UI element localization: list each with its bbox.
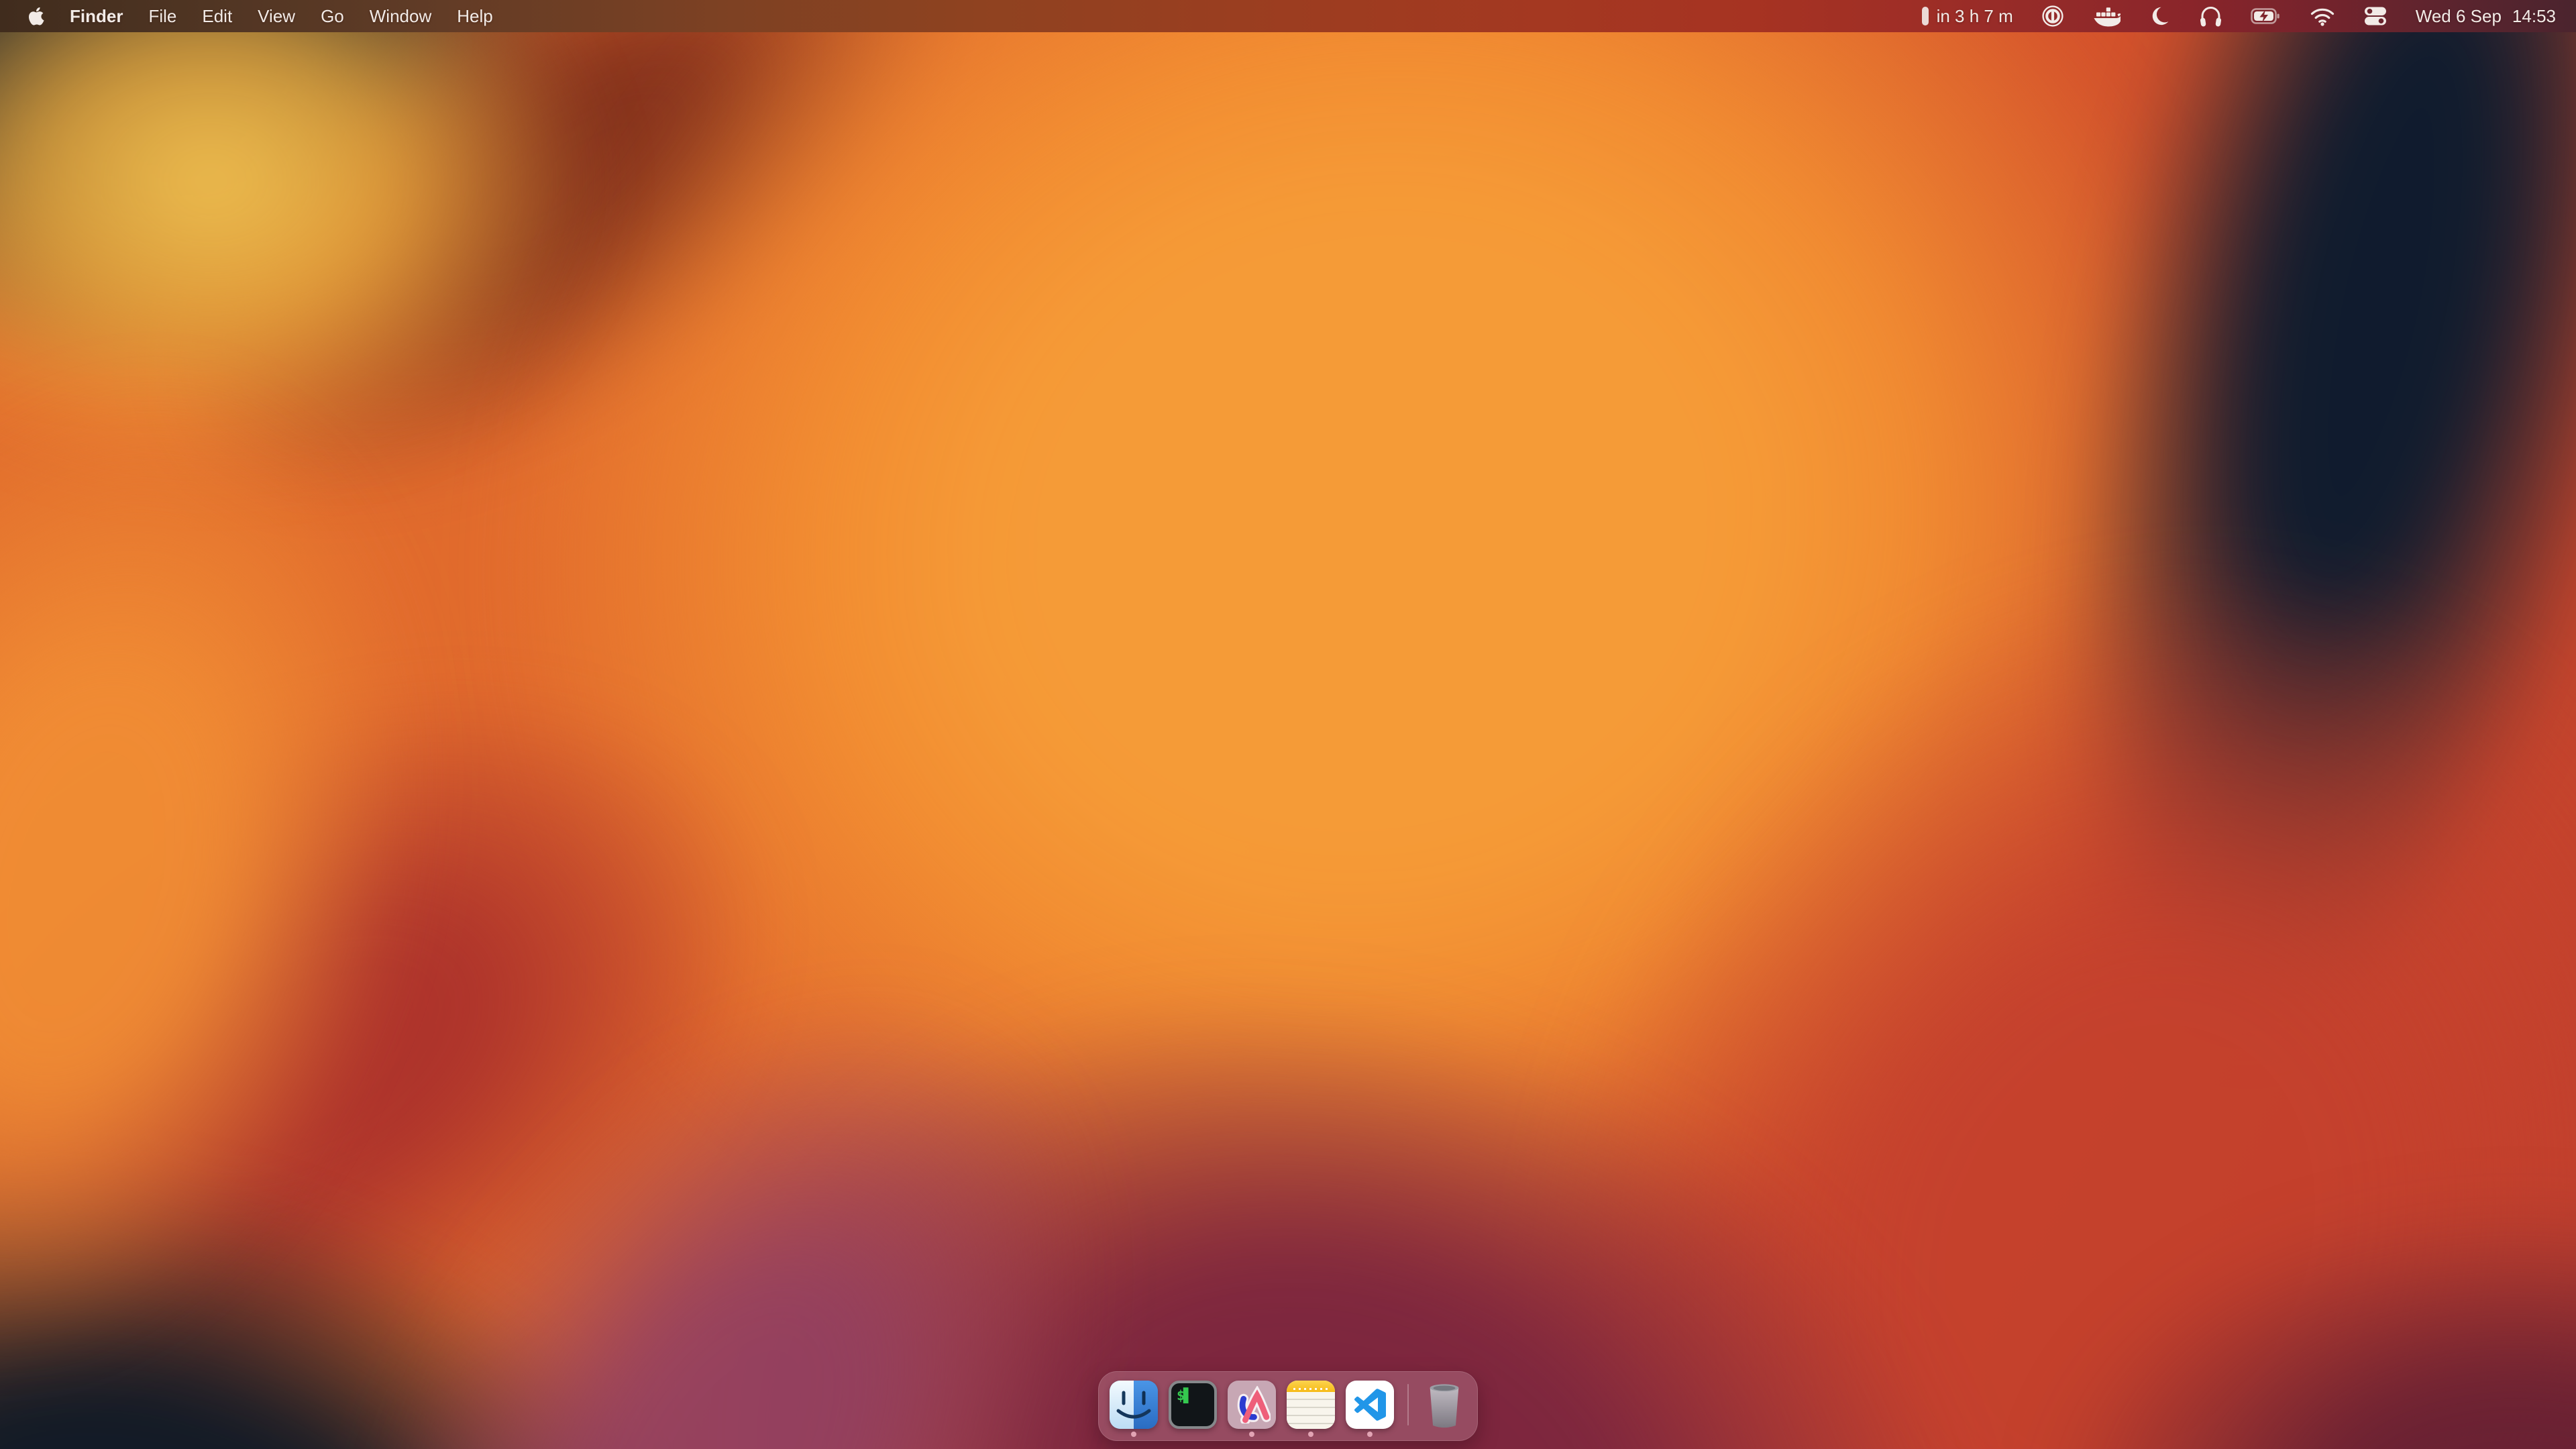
apple-menu-icon[interactable] [28,6,44,26]
notes-yellow-band [1287,1381,1335,1392]
menu-bar-clock[interactable]: Wed 6 Sep 14:53 [2416,6,2556,27]
vscode-icon [1346,1381,1394,1429]
menu-file[interactable]: File [148,6,176,27]
wallpaper [0,0,2576,1449]
dock-item-terminal[interactable]: $▋ [1169,1381,1217,1429]
terminal-icon: $▋ [1169,1381,1217,1429]
notes-lined-paper [1287,1392,1335,1429]
docker-icon[interactable] [2092,5,2121,27]
menu-go[interactable]: Go [321,6,344,27]
arc-browser-icon [1228,1381,1276,1429]
running-indicator [1308,1432,1313,1437]
running-indicator [1131,1432,1136,1437]
focus-moon-icon[interactable] [2149,5,2170,27]
running-indicator [1249,1432,1254,1437]
headphones-icon[interactable] [2198,5,2222,28]
dock-item-vscode[interactable] [1346,1381,1394,1429]
countdown-capsule-icon [1922,7,1929,25]
desktop: Finder File Edit View Go Window Help in … [0,0,2576,1449]
finder-icon [1110,1381,1158,1429]
terminal-prompt: $▋ [1177,1387,1190,1403]
menu-edit[interactable]: Edit [202,6,232,27]
event-countdown[interactable]: in 3 h 7 m [1922,6,2013,27]
menu-bar-status: in 3 h 7 m [1922,5,2556,28]
trash-icon [1422,1379,1466,1431]
notes-icon [1287,1381,1335,1429]
dock: $▋ [1098,1371,1478,1441]
dock-separator [1407,1384,1409,1426]
dock-item-arc[interactable] [1228,1381,1276,1429]
menu-help[interactable]: Help [457,6,492,27]
menu-app-name[interactable]: Finder [70,6,123,27]
menu-window[interactable]: Window [370,6,431,27]
menu-bar-left: Finder File Edit View Go Window Help [28,6,493,27]
menu-view[interactable]: View [258,6,295,27]
dock-item-finder[interactable] [1110,1381,1158,1429]
countdown-label: in 3 h 7 m [1937,6,2013,27]
clock-time: 14:53 [2512,6,2556,27]
menu-bar: Finder File Edit View Go Window Help in … [0,0,2576,32]
dock-item-trash[interactable] [1422,1379,1466,1431]
control-center-icon[interactable] [2363,5,2387,27]
battery-charging-icon[interactable] [2251,5,2282,27]
running-indicator [1367,1432,1373,1437]
wifi-icon[interactable] [2310,5,2335,27]
dock-item-notes[interactable] [1287,1381,1335,1429]
clock-date: Wed 6 Sep [2416,6,2502,27]
1password-keyhole-icon[interactable] [2041,5,2064,28]
